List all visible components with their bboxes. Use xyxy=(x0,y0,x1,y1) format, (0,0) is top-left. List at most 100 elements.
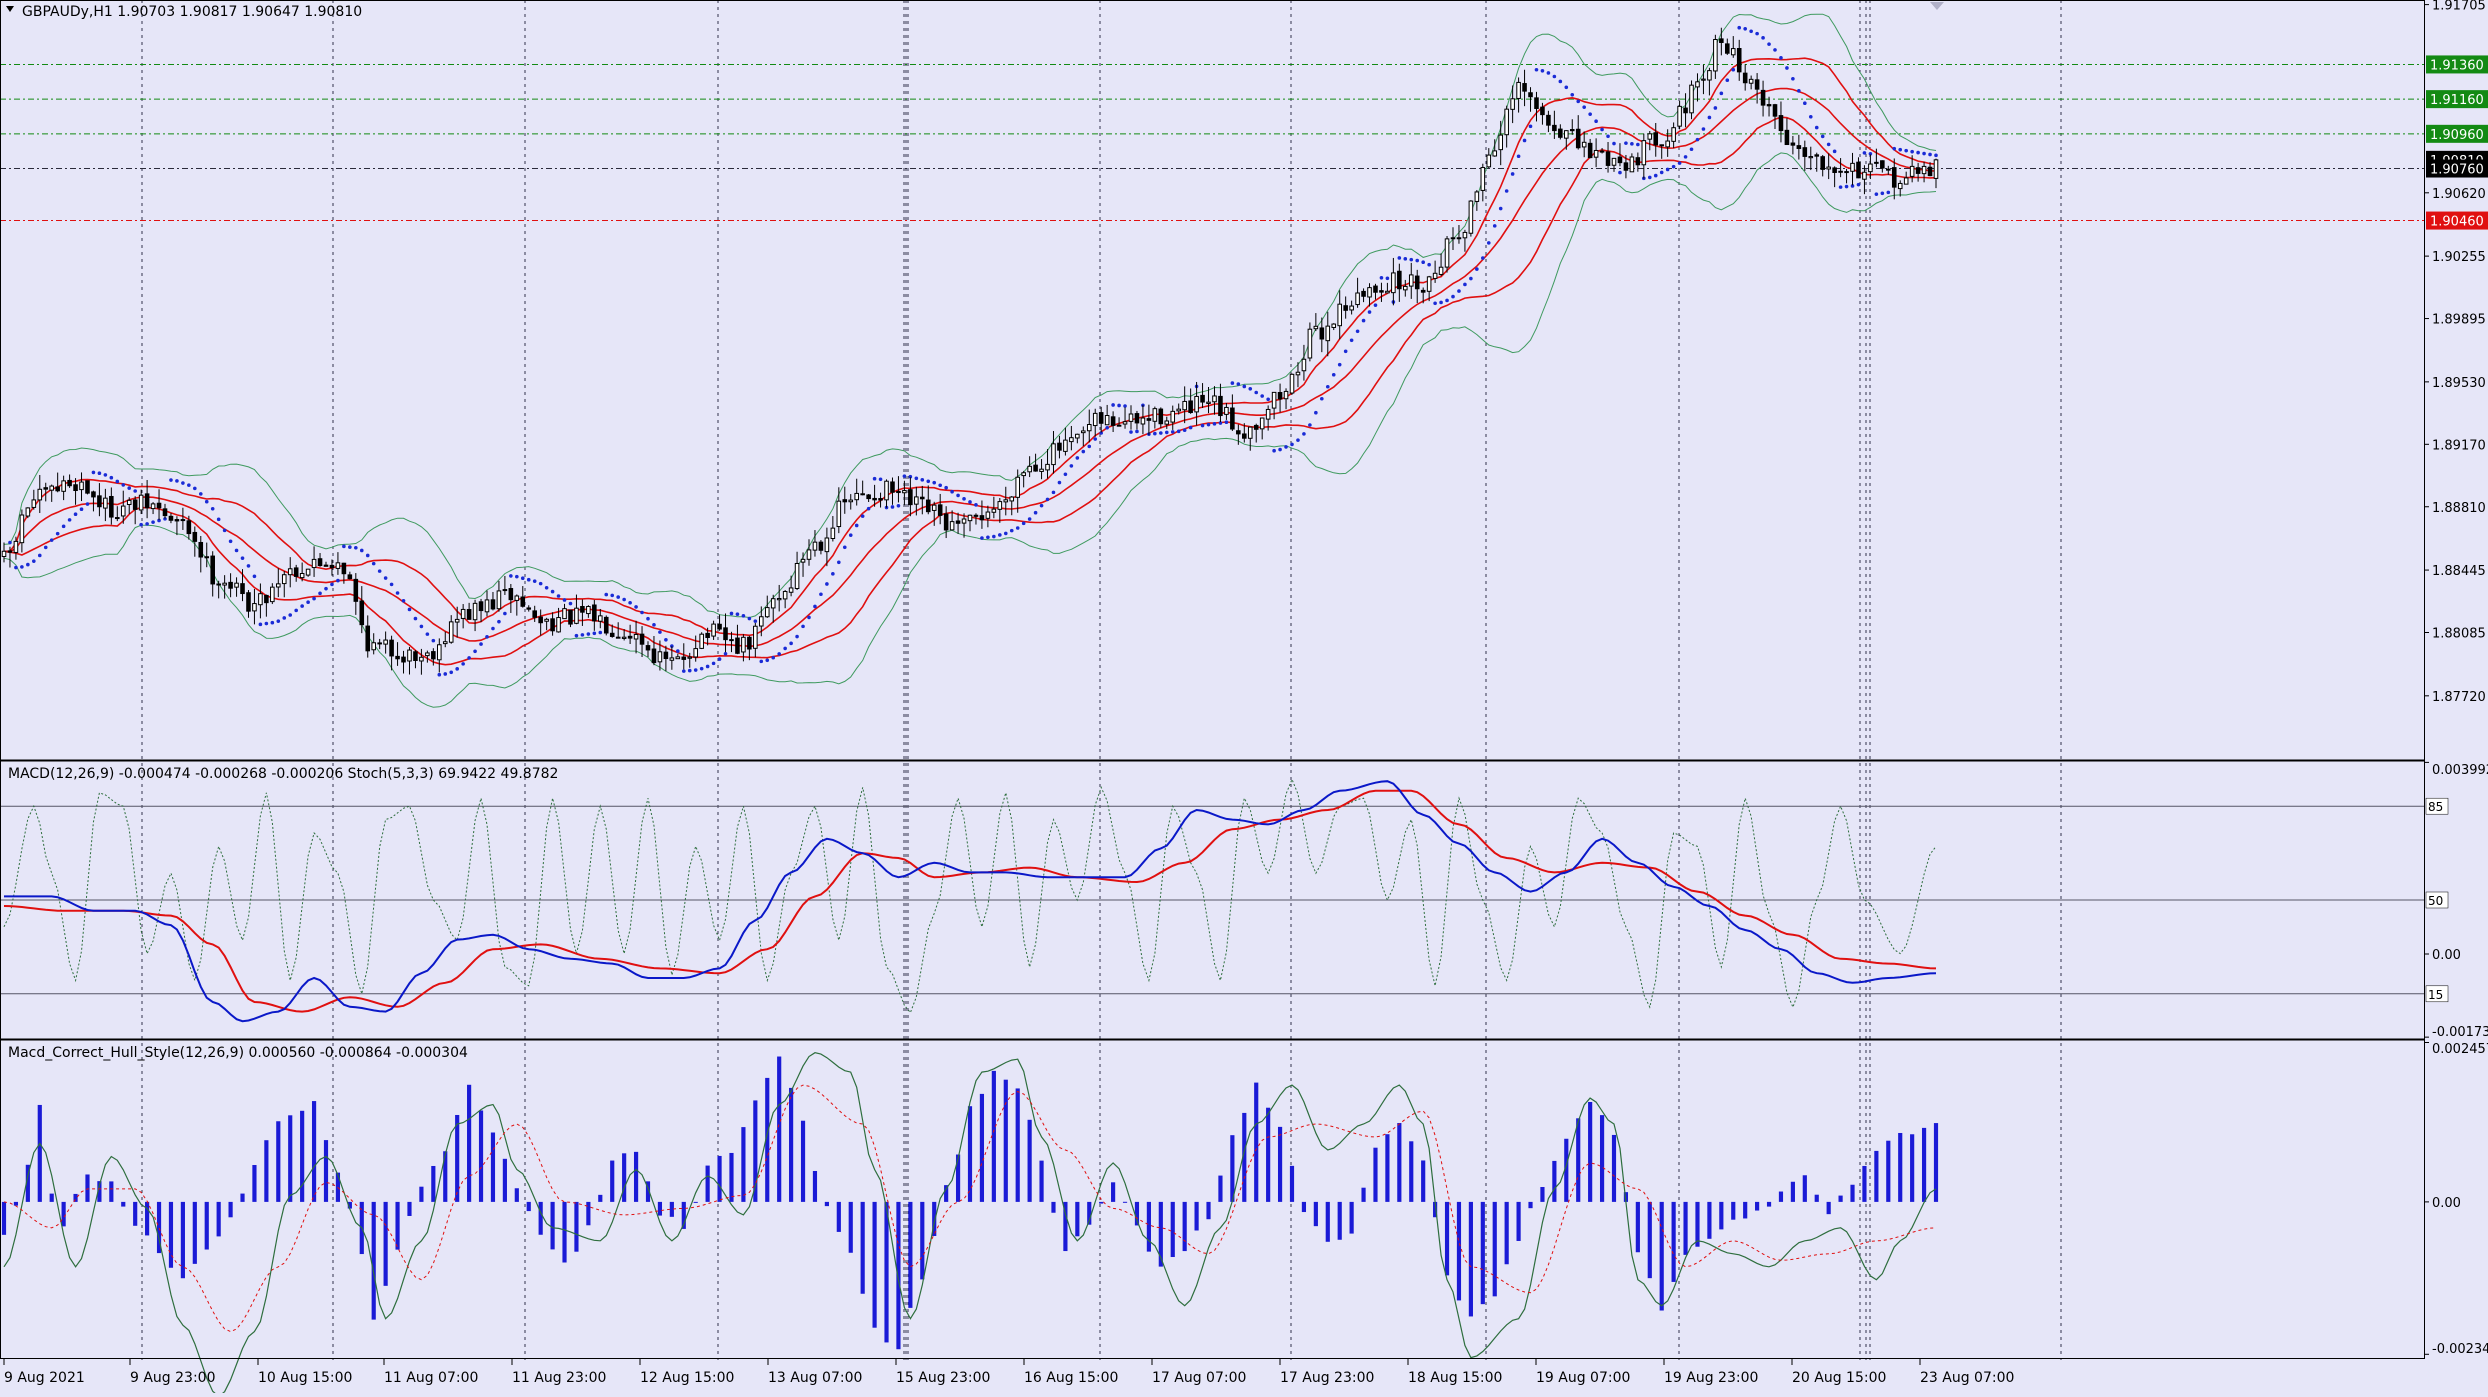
candle-bear[interactable] xyxy=(1617,156,1623,164)
candle-bear[interactable] xyxy=(1146,418,1152,421)
candle-bull[interactable] xyxy=(1748,78,1754,84)
candle-bull[interactable] xyxy=(377,642,382,645)
candle-bear[interactable] xyxy=(198,541,204,558)
candle-bull[interactable] xyxy=(1176,408,1181,412)
candle-bear[interactable] xyxy=(466,609,472,620)
candle-bull[interactable] xyxy=(484,599,490,613)
candle-bear[interactable] xyxy=(329,564,335,569)
candle-bull[interactable] xyxy=(1564,130,1569,139)
candle-bear[interactable] xyxy=(592,604,597,622)
candle-bull[interactable] xyxy=(1826,166,1831,170)
candle-bull[interactable] xyxy=(764,607,770,618)
candle-bear[interactable] xyxy=(1236,430,1241,435)
candle-bull[interactable] xyxy=(1707,70,1712,81)
candle-bull[interactable] xyxy=(1331,323,1337,328)
candle-bull[interactable] xyxy=(31,499,37,508)
candle-bull[interactable] xyxy=(1206,401,1211,404)
candle-bear[interactable] xyxy=(1361,290,1366,297)
candle-bear[interactable] xyxy=(264,594,269,604)
candle-bull[interactable] xyxy=(472,602,478,621)
candle-bull[interactable] xyxy=(419,656,424,662)
candle-bear[interactable] xyxy=(1253,424,1259,430)
candle-bull[interactable] xyxy=(1677,105,1682,127)
candle-bull[interactable] xyxy=(1003,499,1009,503)
candle-bull[interactable] xyxy=(657,651,663,663)
candle-bull[interactable] xyxy=(1122,421,1128,425)
candle-bull[interactable] xyxy=(711,623,716,637)
candle-bear[interactable] xyxy=(7,550,13,553)
candle-bear[interactable] xyxy=(1546,114,1551,126)
candle-bear[interactable] xyxy=(1659,144,1664,147)
candle-bear[interactable] xyxy=(520,596,526,607)
candle-bull[interactable] xyxy=(514,595,520,601)
candle-bear[interactable] xyxy=(1880,160,1885,169)
candle-bear[interactable] xyxy=(431,651,436,660)
candle-bull[interactable] xyxy=(1337,303,1342,327)
candle-bear[interactable] xyxy=(1886,168,1891,171)
candle-bear[interactable] xyxy=(1033,464,1038,472)
candle-bear[interactable] xyxy=(1218,395,1223,417)
candle-bull[interactable] xyxy=(1212,395,1217,403)
candle-bear[interactable] xyxy=(1343,305,1348,311)
candle-bull[interactable] xyxy=(1349,305,1354,311)
candle-bear[interactable] xyxy=(1188,400,1193,414)
candle-bull[interactable] xyxy=(1593,149,1599,158)
candle-bull[interactable] xyxy=(222,582,227,586)
candle-bull[interactable] xyxy=(1808,156,1814,159)
candle-bull[interactable] xyxy=(49,485,54,491)
candle-bull[interactable] xyxy=(287,568,293,576)
candle-bear[interactable] xyxy=(723,627,728,641)
candle-bear[interactable] xyxy=(1110,416,1116,426)
candle-bull[interactable] xyxy=(276,583,281,588)
candle-bear[interactable] xyxy=(1379,290,1384,293)
candle-bear[interactable] xyxy=(639,633,645,645)
candle-bear[interactable] xyxy=(162,508,168,517)
candle-bear[interactable] xyxy=(1927,166,1933,177)
candle-bear[interactable] xyxy=(1200,394,1205,403)
candle-bear[interactable] xyxy=(365,625,371,652)
candle-bear[interactable] xyxy=(955,520,961,524)
candle-bull[interactable] xyxy=(1385,290,1390,294)
candle-bear[interactable] xyxy=(1575,128,1581,149)
candle-bull[interactable] xyxy=(806,549,812,560)
candle-bear[interactable] xyxy=(1242,433,1247,439)
candle-bull[interactable] xyxy=(669,657,675,661)
candle-bear[interactable] xyxy=(1558,128,1563,138)
candle-bear[interactable] xyxy=(1742,72,1748,84)
candle-bull[interactable] xyxy=(985,511,991,519)
candle-bull[interactable] xyxy=(103,497,108,509)
candle-bear[interactable] xyxy=(1540,106,1545,116)
candle-bear[interactable] xyxy=(192,531,198,542)
candle-bull[interactable] xyxy=(1641,140,1647,166)
candle-bull[interactable] xyxy=(729,639,734,642)
candle-bull[interactable] xyxy=(1086,424,1092,432)
candle-bull[interactable] xyxy=(1063,439,1068,452)
candle-bull[interactable] xyxy=(1671,127,1676,142)
candle-bull[interactable] xyxy=(1438,266,1444,275)
candle-bull[interactable] xyxy=(1075,433,1080,439)
candle-bear[interactable] xyxy=(293,567,299,577)
candle-bull[interactable] xyxy=(830,527,836,540)
candle-bear[interactable] xyxy=(389,639,394,657)
candle-bear[interactable] xyxy=(395,655,400,660)
candle-bull[interactable] xyxy=(1265,408,1271,420)
candle-bear[interactable] xyxy=(210,555,215,585)
candle-bull[interactable] xyxy=(1516,81,1521,99)
candle-bull[interactable] xyxy=(1307,328,1313,359)
candle-bull[interactable] xyxy=(1498,134,1503,151)
candle-bull[interactable] xyxy=(1069,437,1074,443)
candle-bear[interactable] xyxy=(1856,161,1861,179)
candle-bear[interactable] xyxy=(1116,424,1122,427)
candle-bull[interactable] xyxy=(437,644,442,661)
candle-bear[interactable] xyxy=(1719,38,1724,43)
candle-bull[interactable] xyxy=(150,503,156,510)
candle-bull[interactable] xyxy=(1391,272,1396,294)
candle-bear[interactable] xyxy=(55,486,60,492)
candle-bear[interactable] xyxy=(1814,154,1820,157)
candle-bear[interactable] xyxy=(1790,142,1796,146)
candle-bear[interactable] xyxy=(43,487,49,490)
candle-bull[interactable] xyxy=(1611,157,1617,166)
candle-bull[interactable] xyxy=(37,488,43,501)
candle-bear[interactable] xyxy=(144,493,150,509)
candle-bull[interactable] xyxy=(615,636,621,639)
